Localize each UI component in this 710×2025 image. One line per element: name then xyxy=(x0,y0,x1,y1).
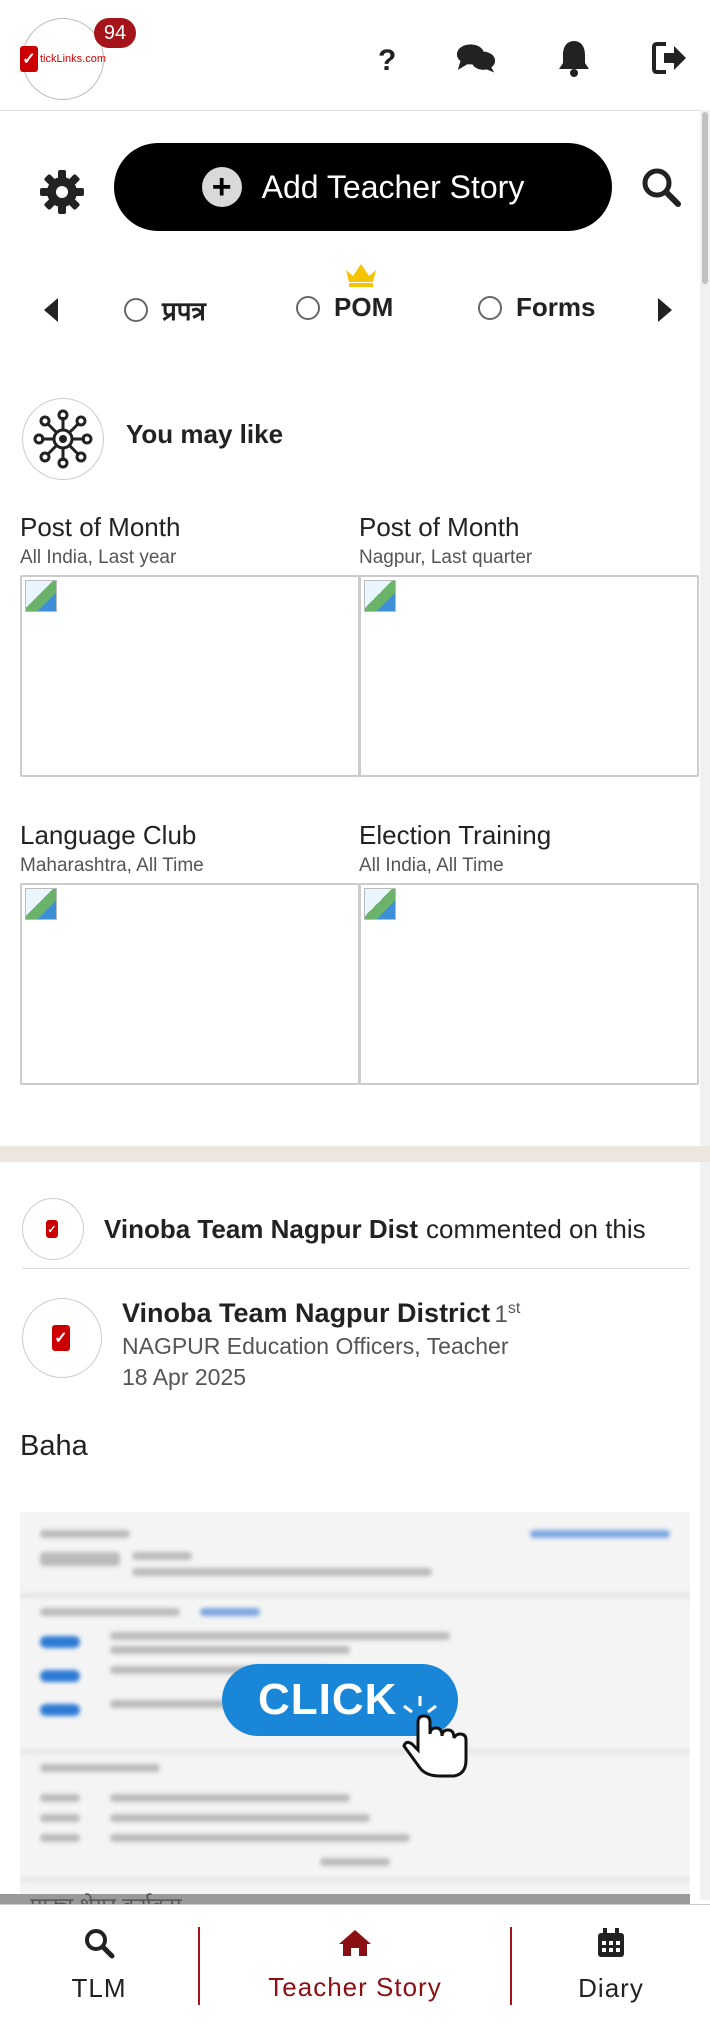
card-image[interactable] xyxy=(20,575,360,777)
section-divider xyxy=(0,1146,710,1162)
add-teacher-story-button[interactable]: + Add Teacher Story xyxy=(114,143,612,231)
card-title: Post of Month xyxy=(359,512,520,542)
suggestion-card[interactable]: Election Training All India, All Time xyxy=(359,820,699,1085)
settings-gear-icon[interactable] xyxy=(38,168,86,216)
logo-text: tickLinks.com xyxy=(39,53,107,65)
pointer-hand-icon xyxy=(402,1696,468,1778)
suggestion-card[interactable]: Language Club Maharashtra, All Time xyxy=(20,820,360,1085)
card-image[interactable] xyxy=(359,575,699,777)
filter-next-arrow-icon[interactable] xyxy=(652,294,676,326)
search-icon[interactable] xyxy=(640,166,682,208)
filter-label: प्रपत्र xyxy=(162,296,206,326)
post-header: ✓ Vinoba Team Nagpur District 1st NAGPUR… xyxy=(22,1298,520,1391)
logo-mark: ✓ tickLinks.com xyxy=(19,46,107,72)
tab-tlm[interactable]: TLM xyxy=(0,1905,198,2025)
card-subtitle: Maharashtra, All Time xyxy=(20,855,204,876)
suggestion-card[interactable]: Post of Month All India, Last year xyxy=(20,512,360,777)
card-title: Language Club xyxy=(20,820,197,850)
radio-button[interactable] xyxy=(296,295,320,320)
card-image[interactable] xyxy=(20,883,360,1085)
click-label: CLICK xyxy=(258,1675,398,1724)
home-icon xyxy=(339,1929,371,1956)
post-text: Baha xyxy=(20,1430,88,1462)
search-icon xyxy=(85,1928,115,1958)
post-image[interactable]: CLICK xyxy=(20,1512,690,1902)
card-subtitle: All India, Last year xyxy=(20,547,177,568)
commenter-avatar[interactable]: ✓ xyxy=(22,1198,84,1260)
filter-label: POM xyxy=(334,292,394,322)
radio-button[interactable] xyxy=(124,298,148,322)
chat-icon[interactable] xyxy=(456,38,496,78)
calendar-icon xyxy=(598,1927,624,1957)
author-name[interactable]: Vinoba Team Nagpur District xyxy=(122,1298,490,1328)
tab-label: Teacher Story xyxy=(268,1971,442,2002)
card-title: Election Training xyxy=(359,820,552,850)
filter-option-pom[interactable]: POM xyxy=(296,292,393,323)
post-date: 18 Apr 2025 xyxy=(122,1364,247,1390)
tab-teacher-story[interactable]: Teacher Story xyxy=(200,1905,510,2025)
scrollbar-thumb[interactable] xyxy=(702,112,708,284)
help-icon[interactable]: ? xyxy=(368,38,408,78)
scrollbar-track[interactable] xyxy=(700,110,710,1900)
commenter-name[interactable]: Vinoba Team Nagpur Dist xyxy=(104,1214,418,1245)
filter-option-forms[interactable]: Forms xyxy=(478,292,595,323)
degree-suffix: st xyxy=(507,1300,521,1317)
bell-icon[interactable] xyxy=(554,38,594,78)
card-title: Post of Month xyxy=(20,512,181,542)
svg-text:?: ? xyxy=(378,44,396,74)
author-role: NAGPUR Education Officers, Teacher xyxy=(122,1333,509,1359)
broken-image-icon xyxy=(25,888,57,920)
check-icon: ✓ xyxy=(46,1220,58,1238)
check-icon: ✓ xyxy=(52,1325,70,1351)
filter-prev-arrow-icon[interactable] xyxy=(40,294,64,326)
section-title: You may like xyxy=(126,418,284,449)
broken-image-icon xyxy=(364,580,396,612)
tab-label: Diary xyxy=(578,1972,644,2003)
notification-badge: 94 xyxy=(94,18,136,48)
app-logo[interactable]: ✓ tickLinks.com xyxy=(19,18,107,100)
card-subtitle: All India, All Time xyxy=(359,855,504,876)
crown-icon xyxy=(346,264,376,287)
divider xyxy=(22,1268,690,1269)
top-bar: ✓ tickLinks.com 94 ? xyxy=(0,0,710,111)
network-hub-icon xyxy=(22,398,104,480)
logout-icon[interactable] xyxy=(650,38,690,78)
connection-degree: 1st xyxy=(494,1300,521,1328)
you-may-like-header: You may like xyxy=(22,398,283,480)
comment-suffix: commented on this xyxy=(425,1213,646,1244)
check-icon: ✓ xyxy=(19,46,38,72)
tab-diary[interactable]: Diary xyxy=(512,1905,710,2025)
bottom-nav: TLM Teacher Story Diary xyxy=(0,1904,710,2025)
broken-image-icon xyxy=(25,580,57,612)
add-story-label: Add Teacher Story xyxy=(261,168,525,205)
filter-label: Forms xyxy=(516,292,596,322)
tab-label: TLM xyxy=(71,1972,127,2003)
radio-button[interactable] xyxy=(478,295,502,320)
filter-option-prapatra[interactable]: प्रपत्र xyxy=(124,292,206,328)
card-image[interactable] xyxy=(359,883,699,1085)
suggestion-card[interactable]: Post of Month Nagpur, Last quarter xyxy=(359,512,699,777)
card-subtitle: Nagpur, Last quarter xyxy=(359,547,533,568)
comment-activity: ✓ Vinoba Team Nagpur Dist commented on t… xyxy=(22,1198,690,1260)
broken-image-icon xyxy=(364,888,396,920)
author-avatar[interactable]: ✓ xyxy=(22,1298,102,1378)
plus-icon: + xyxy=(201,167,242,207)
degree-number: 1 xyxy=(494,1301,508,1328)
